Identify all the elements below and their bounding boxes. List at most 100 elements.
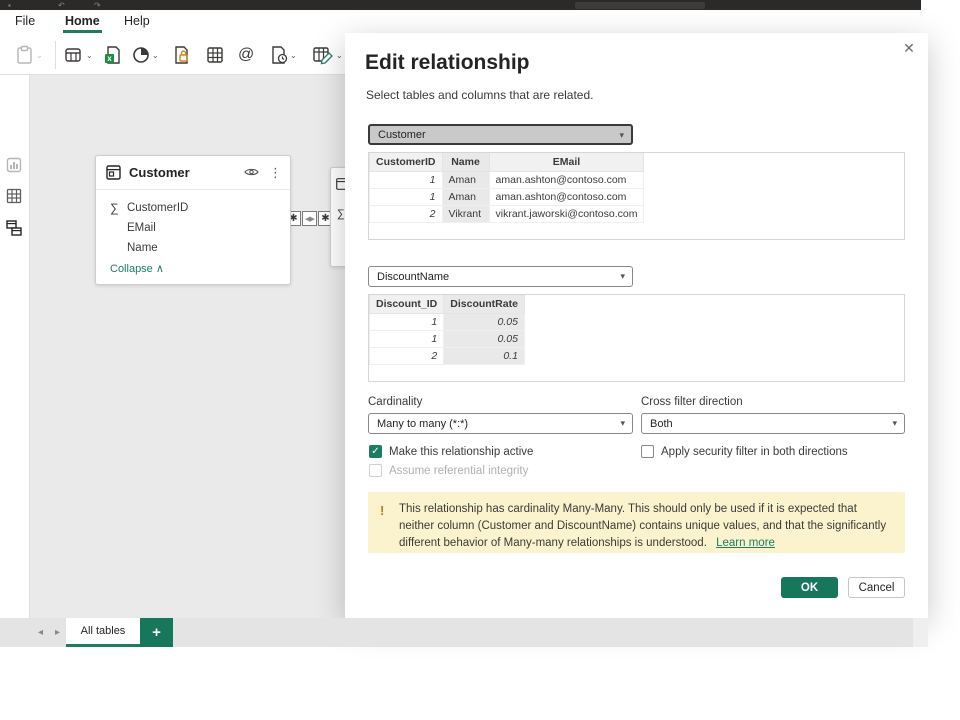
data-view-button[interactable] <box>6 188 22 209</box>
report-view-icon <box>6 157 22 173</box>
titlebar-search[interactable] <box>575 2 705 9</box>
tab-scroll-right-icon[interactable]: ▸ <box>55 627 60 638</box>
table-card-partial[interactable]: ∑ <box>330 167 346 267</box>
cardinality-warning-banner: ! This relationship has cardinality Many… <box>368 492 905 553</box>
table1-select-value: Customer <box>378 128 426 141</box>
checkbox-label: Apply security filter in both directions <box>661 445 848 458</box>
field-label: Name <box>127 242 158 254</box>
menu-help[interactable]: Help <box>124 14 150 28</box>
table-row: 2 0.1 <box>369 346 525 365</box>
tab-all-tables[interactable]: All tables <box>66 618 140 647</box>
table-card-title: Customer <box>129 165 190 180</box>
checkbox-empty-icon <box>641 445 654 458</box>
tab-scroll-left-icon[interactable]: ◂ <box>38 627 43 638</box>
cell: Vikrant <box>441 204 490 223</box>
cross-filter-label: Cross filter direction <box>641 396 743 408</box>
semantic-models-caret: ⌄ <box>152 50 159 60</box>
table-row: 1 0.05 <box>369 312 525 331</box>
database-icon <box>65 48 81 62</box>
visibility-eye-icon[interactable] <box>244 164 259 182</box>
svg-text:x: x <box>107 54 112 63</box>
undo-icon[interactable]: ↶ <box>58 1 65 10</box>
cell: aman.ashton@contoso.com <box>488 187 645 206</box>
table-card-customer[interactable]: Customer ⋮ ∑ CustomerID EMail Name Colla… <box>95 155 291 285</box>
checkbox-label: Assume referential integrity <box>389 464 529 477</box>
cancel-button[interactable]: Cancel <box>848 577 905 598</box>
table1-select[interactable]: Customer ▾ <box>368 124 633 145</box>
collapse-link[interactable]: Collapse ∧ <box>110 262 290 275</box>
table-icon <box>106 165 121 180</box>
cardinality-value: Many to many (*:*) <box>377 417 469 430</box>
menu-file[interactable]: File <box>15 14 35 28</box>
table2-preview: Discount_ID DiscountRate 1 0.05 1 0.05 2… <box>368 294 905 382</box>
toolbar-separator <box>55 41 56 69</box>
chevron-down-icon: ▾ <box>619 130 624 140</box>
field-label: EMail <box>127 222 156 234</box>
relationship-connector[interactable]: ✱ ◀▶ ✱ <box>286 211 334 226</box>
app-window: ▪ ↶ ↷ File Home Help ⌄ ⌄ x ⌄ @ ⌄ ⌄ ✱ ◀▶ … <box>0 0 960 720</box>
field-name[interactable]: Name <box>110 238 290 258</box>
get-data-button[interactable]: ⌄ <box>64 43 93 67</box>
column-header-selected[interactable]: Name <box>441 153 490 172</box>
filter-direction-badge: ◀▶ <box>302 211 317 226</box>
dataflows-button[interactable] <box>173 43 190 67</box>
learn-more-link[interactable]: Learn more <box>716 537 775 549</box>
checkbox-make-active[interactable]: ✓ Make this relationship active <box>369 445 533 458</box>
transform-data-button[interactable]: ⌄ <box>312 43 343 67</box>
table2-select[interactable]: DiscountName ▾ <box>368 266 633 287</box>
menu-home[interactable]: Home <box>63 14 102 33</box>
model-view-icon <box>6 220 22 236</box>
model-view-button[interactable] <box>6 220 23 242</box>
cardinality-label: Cardinality <box>368 396 423 408</box>
column-header[interactable]: CustomerID <box>369 153 443 172</box>
save-icon[interactable]: ▪ <box>8 1 11 10</box>
redo-icon[interactable]: ↷ <box>94 1 101 10</box>
warning-icon: ! <box>380 503 385 518</box>
dialog-subtitle: Select tables and columns that are relat… <box>366 88 594 102</box>
chevron-down-icon: ▾ <box>892 418 897 428</box>
transform-data-caret: ⌄ <box>336 50 343 60</box>
cell: 1 <box>369 329 445 348</box>
excel-workbook-icon: x <box>105 46 120 64</box>
cross-filter-select[interactable]: Both ▾ <box>641 413 905 434</box>
field-list: ∑ CustomerID EMail Name <box>96 190 290 258</box>
cardinality-select[interactable]: Many to many (*:*) ▾ <box>368 413 633 434</box>
cell: 2 <box>369 346 445 365</box>
table-row: 1 Aman aman.ashton@contoso.com <box>369 187 645 206</box>
field-customerid[interactable]: ∑ CustomerID <box>110 198 290 218</box>
get-data-caret: ⌄ <box>86 50 93 60</box>
collapse-label: Collapse <box>110 263 153 275</box>
recent-sources-button[interactable]: ⌄ <box>270 43 297 67</box>
dataverse-button[interactable]: @ <box>238 43 254 67</box>
cell: 1 <box>369 170 443 189</box>
checkbox-disabled-icon <box>369 464 382 477</box>
clipboard-icon <box>17 45 32 64</box>
excel-workbook-button[interactable]: x <box>103 43 121 67</box>
column-header[interactable]: Discount_ID <box>369 295 445 314</box>
field-email[interactable]: EMail <box>110 218 290 238</box>
paste-button[interactable]: ⌄ <box>16 43 43 67</box>
dialog-title: Edit relationship <box>365 51 530 74</box>
dataset-icon <box>133 47 149 63</box>
transform-data-icon <box>313 47 333 65</box>
semantic-models-button[interactable]: ⌄ <box>132 43 159 67</box>
more-options-icon[interactable]: ⋮ <box>269 165 282 181</box>
add-layout-button[interactable]: + <box>140 618 173 647</box>
chevron-down-icon: ▾ <box>620 271 625 281</box>
view-sidebar <box>0 75 30 618</box>
sigma-icon: ∑ <box>110 201 119 215</box>
tab-bar-extension <box>913 618 928 647</box>
collapse-caret-icon: ∧ <box>155 263 164 275</box>
column-header[interactable]: EMail <box>488 153 645 172</box>
close-icon[interactable]: ✕ <box>898 37 920 59</box>
cell: aman.ashton@contoso.com <box>488 170 645 189</box>
report-view-button[interactable] <box>6 157 22 178</box>
table-row: 2 Vikrant vikrant.jaworski@contoso.com <box>369 204 645 223</box>
enter-data-button[interactable] <box>205 43 225 67</box>
cell: Aman <box>441 170 490 189</box>
checkbox-security-filter[interactable]: Apply security filter in both directions <box>641 445 848 458</box>
ok-button[interactable]: OK <box>781 577 838 598</box>
checkbox-referential-integrity: Assume referential integrity <box>369 464 528 477</box>
cell: 1 <box>369 187 443 206</box>
column-header-selected[interactable]: DiscountRate <box>443 295 525 314</box>
